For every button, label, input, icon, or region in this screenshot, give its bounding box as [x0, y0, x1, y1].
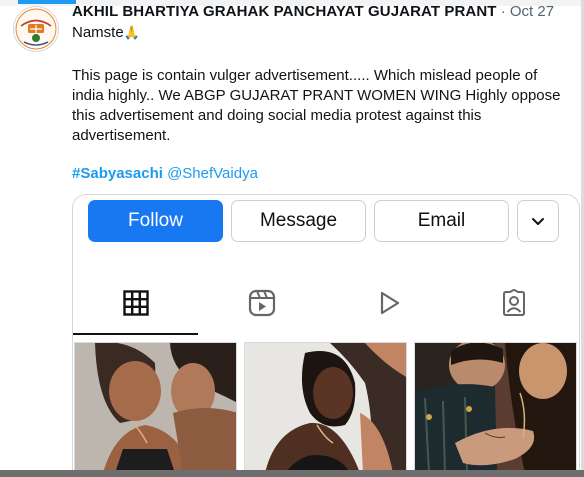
attached-screenshot[interactable]: Follow Message Email — [72, 194, 580, 471]
grid-post-thumbnail[interactable] — [244, 342, 407, 471]
tab-tagged[interactable] — [499, 288, 529, 318]
organization-logo — [15, 8, 57, 50]
reels-icon — [248, 289, 276, 317]
tab-posts-grid[interactable] — [121, 288, 151, 318]
folded-hands-icon: 🙏 — [123, 25, 140, 40]
video-play-icon — [380, 291, 400, 315]
greeting-line: Namste🙏 — [72, 24, 140, 42]
follow-button[interactable]: Follow — [88, 200, 223, 242]
email-button[interactable]: Email — [374, 200, 509, 242]
post-photo — [415, 343, 576, 471]
grid-post-thumbnail[interactable] — [414, 342, 577, 471]
header-separator: · — [500, 3, 506, 20]
post-photo — [245, 343, 406, 471]
grid-icon — [123, 290, 149, 316]
tweet-header: AKHIL BHARTIYA GRAHAK PANCHAYAT GUJARAT … — [72, 3, 554, 21]
greeting-text: Namste — [72, 24, 124, 41]
tweet-date[interactable]: Oct 27 — [510, 3, 554, 20]
tweet-tags: #Sabyasachi @ShefVaidya — [72, 165, 258, 183]
active-tab-indicator — [18, 0, 76, 4]
message-button[interactable]: Message — [231, 200, 366, 242]
tab-videos[interactable] — [374, 288, 404, 318]
hashtag-link[interactable]: #Sabyasachi — [72, 165, 163, 182]
chevron-down-icon — [532, 218, 544, 225]
more-options-button[interactable] — [517, 200, 559, 242]
taskbar-edge — [0, 470, 584, 477]
active-tab-underline — [73, 333, 198, 335]
tweet-body: This page is contain vulger advertisemen… — [72, 67, 561, 144]
author-avatar[interactable] — [13, 6, 59, 52]
grid-post-thumbnail[interactable] — [74, 342, 237, 471]
post-photo — [75, 343, 236, 471]
tagged-icon — [503, 289, 525, 316]
mention-link[interactable]: @ShefVaidya — [167, 165, 258, 182]
author-name[interactable]: AKHIL BHARTIYA GRAHAK PANCHAYAT GUJARAT … — [72, 3, 497, 20]
tab-reels[interactable] — [247, 288, 277, 318]
